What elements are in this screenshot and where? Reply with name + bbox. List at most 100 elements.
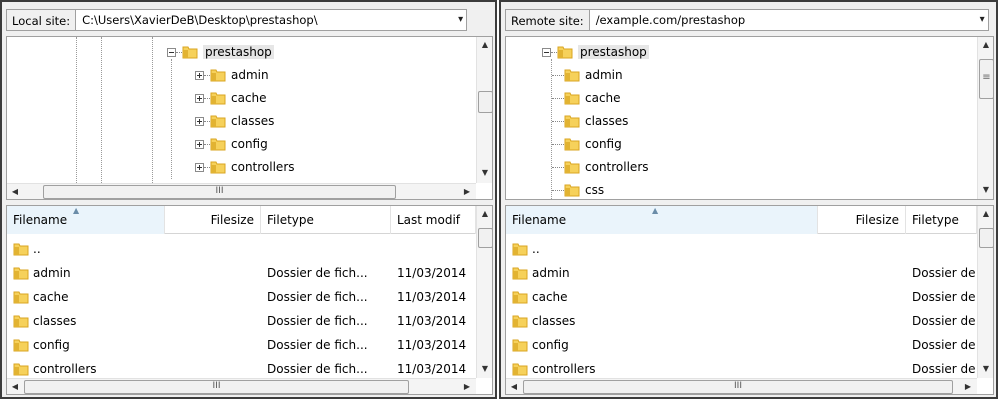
file-modified: 11/03/2014	[397, 266, 467, 280]
tree-item-admin[interactable]: admin	[195, 64, 269, 86]
scrollbar-thumb[interactable]: III	[24, 380, 409, 394]
folder-icon	[564, 159, 580, 175]
scroll-down-arrow-icon[interactable]: ▼	[978, 361, 993, 377]
local-site-path-value: C:\Users\XavierDeB\Desktop\prestashop\	[82, 13, 318, 27]
local-site-path-combobox[interactable]: C:\Users\XavierDeB\Desktop\prestashop\ ▾	[75, 9, 468, 31]
scroll-right-arrow-icon[interactable]: ▶	[459, 184, 475, 199]
local-site-label: Local site:	[6, 9, 76, 31]
tree-guide-line	[76, 37, 77, 199]
tree-item-cache[interactable]: cache	[195, 87, 267, 109]
tree-item-controllers[interactable]: controllers	[552, 156, 649, 178]
list-horizontal-scrollbar[interactable]: ◀ III ▶	[506, 378, 977, 394]
file-type: Dossier de	[912, 314, 976, 328]
tree-item-label: classes	[231, 114, 275, 128]
file-name: cache	[532, 290, 568, 304]
scroll-left-arrow-icon[interactable]: ◀	[7, 379, 23, 394]
tree-vertical-scrollbar[interactable]: ▲ ≡ ▼	[977, 37, 993, 199]
local-directory-tree[interactable]: prestashop admin cache classes config co…	[6, 36, 493, 200]
tree-item-prestashop[interactable]: prestashop	[542, 41, 649, 63]
list-item[interactable]: ..	[7, 237, 476, 261]
chevron-down-icon[interactable]: ▾	[980, 10, 985, 30]
scrollbar-thumb[interactable]: III	[523, 380, 953, 394]
tree-item-classes[interactable]: classes	[195, 110, 274, 132]
column-header-filename[interactable]: ▲ Filename	[506, 206, 818, 234]
list-item[interactable]: admin Dossier de fich... 11/03/2014	[7, 261, 476, 285]
remote-directory-tree[interactable]: prestashop admin cache classes config co…	[505, 36, 994, 200]
folder-icon	[557, 44, 573, 60]
tree-item-config[interactable]: config	[552, 133, 622, 155]
remote-site-path-combobox[interactable]: /example.com/prestashop ▾	[588, 9, 989, 31]
column-header-filesize[interactable]: Filesize	[165, 206, 261, 234]
scrollbar-thumb[interactable]	[478, 91, 492, 113]
scroll-left-arrow-icon[interactable]: ◀	[506, 379, 522, 394]
tree-item-classes[interactable]: classes	[552, 110, 628, 132]
scroll-up-arrow-icon[interactable]: ▲	[978, 206, 993, 222]
scroll-up-arrow-icon[interactable]: ▲	[978, 37, 993, 53]
list-item[interactable]: config Dossier de fich... 11/03/2014	[7, 333, 476, 357]
list-item[interactable]: config Dossier de	[506, 333, 977, 357]
scrollbar-thumb[interactable]: III	[43, 185, 396, 199]
column-header-label: Filename	[512, 213, 567, 227]
expand-icon[interactable]	[195, 162, 204, 172]
list-horizontal-scrollbar[interactable]: ◀ III ▶	[7, 378, 476, 394]
scroll-right-arrow-icon[interactable]: ▶	[960, 379, 976, 394]
tree-item-css[interactable]: css	[552, 179, 605, 199]
tree-item-controllers[interactable]: controllers	[195, 156, 295, 178]
tree-item-label: config	[231, 137, 268, 151]
folder-icon	[512, 289, 528, 305]
tree-item-label: prestashop	[578, 45, 649, 59]
scroll-down-arrow-icon[interactable]: ▼	[978, 182, 993, 198]
folder-icon	[564, 90, 580, 106]
file-modified: 11/03/2014	[397, 314, 467, 328]
scroll-down-arrow-icon[interactable]: ▼	[477, 361, 492, 377]
scroll-up-arrow-icon[interactable]: ▲	[477, 206, 492, 222]
tree-item-config[interactable]: config	[195, 133, 268, 155]
local-file-list[interactable]: ▲ Filename Filesize Filetype Last modif …	[6, 205, 493, 395]
folder-icon	[512, 361, 528, 377]
tree-connector	[552, 97, 564, 99]
expand-icon[interactable]	[195, 116, 204, 126]
scroll-left-arrow-icon[interactable]: ◀	[7, 184, 23, 199]
column-header-last-modified[interactable]: Last modif	[391, 206, 476, 234]
collapse-icon[interactable]	[542, 47, 551, 57]
tree-item-admin[interactable]: admin	[552, 64, 623, 86]
scroll-right-arrow-icon[interactable]: ▶	[459, 379, 475, 394]
tree-item-label: config	[585, 137, 622, 151]
sort-ascending-icon: ▲	[73, 206, 80, 215]
column-header-filetype[interactable]: Filetype	[906, 206, 977, 234]
column-header-filesize[interactable]: Filesize	[818, 206, 906, 234]
expand-icon[interactable]	[195, 93, 204, 103]
list-vertical-scrollbar[interactable]: ▲ ▼	[476, 206, 492, 378]
chevron-down-icon[interactable]: ▾	[458, 10, 463, 30]
tree-item-label: admin	[585, 68, 623, 82]
remote-file-list[interactable]: ▲ Filename Filesize Filetype .. admin Do…	[505, 205, 994, 395]
scrollbar-thumb[interactable]: ≡	[979, 59, 993, 99]
collapse-icon[interactable]	[167, 47, 176, 57]
tree-item-label: css	[585, 183, 605, 197]
tree-item-prestashop[interactable]: prestashop	[167, 41, 274, 63]
list-item[interactable]: classes Dossier de	[506, 309, 977, 333]
expand-icon[interactable]	[195, 139, 204, 149]
column-header-filetype[interactable]: Filetype	[261, 206, 391, 234]
tree-horizontal-scrollbar[interactable]: ◀ III ▶	[7, 183, 476, 199]
local-site-bar: Local site: C:\Users\XavierDeB\Desktop\p…	[6, 6, 468, 34]
folder-icon	[512, 337, 528, 353]
expand-icon[interactable]	[195, 70, 204, 80]
tree-item-cache[interactable]: cache	[552, 87, 621, 109]
scroll-down-arrow-icon[interactable]: ▼	[477, 165, 492, 181]
scroll-up-arrow-icon[interactable]: ▲	[477, 37, 492, 53]
list-item[interactable]: classes Dossier de fich... 11/03/2014	[7, 309, 476, 333]
list-vertical-scrollbar[interactable]: ▲ ▼	[977, 206, 993, 378]
list-item[interactable]: ..	[506, 237, 977, 261]
column-header-filename[interactable]: ▲ Filename	[7, 206, 165, 234]
scrollbar-thumb[interactable]	[979, 228, 993, 248]
tree-guide-line	[101, 37, 102, 199]
scrollbar-thumb[interactable]	[478, 228, 492, 248]
tree-item-label: controllers	[585, 160, 649, 174]
file-type: Dossier de	[912, 290, 976, 304]
list-item[interactable]: cache Dossier de	[506, 285, 977, 309]
list-item[interactable]: cache Dossier de fich... 11/03/2014	[7, 285, 476, 309]
list-item[interactable]: admin Dossier de	[506, 261, 977, 285]
remote-site-path-value: /example.com/prestashop	[595, 13, 746, 27]
tree-vertical-scrollbar[interactable]: ▲ ▼	[476, 37, 492, 183]
